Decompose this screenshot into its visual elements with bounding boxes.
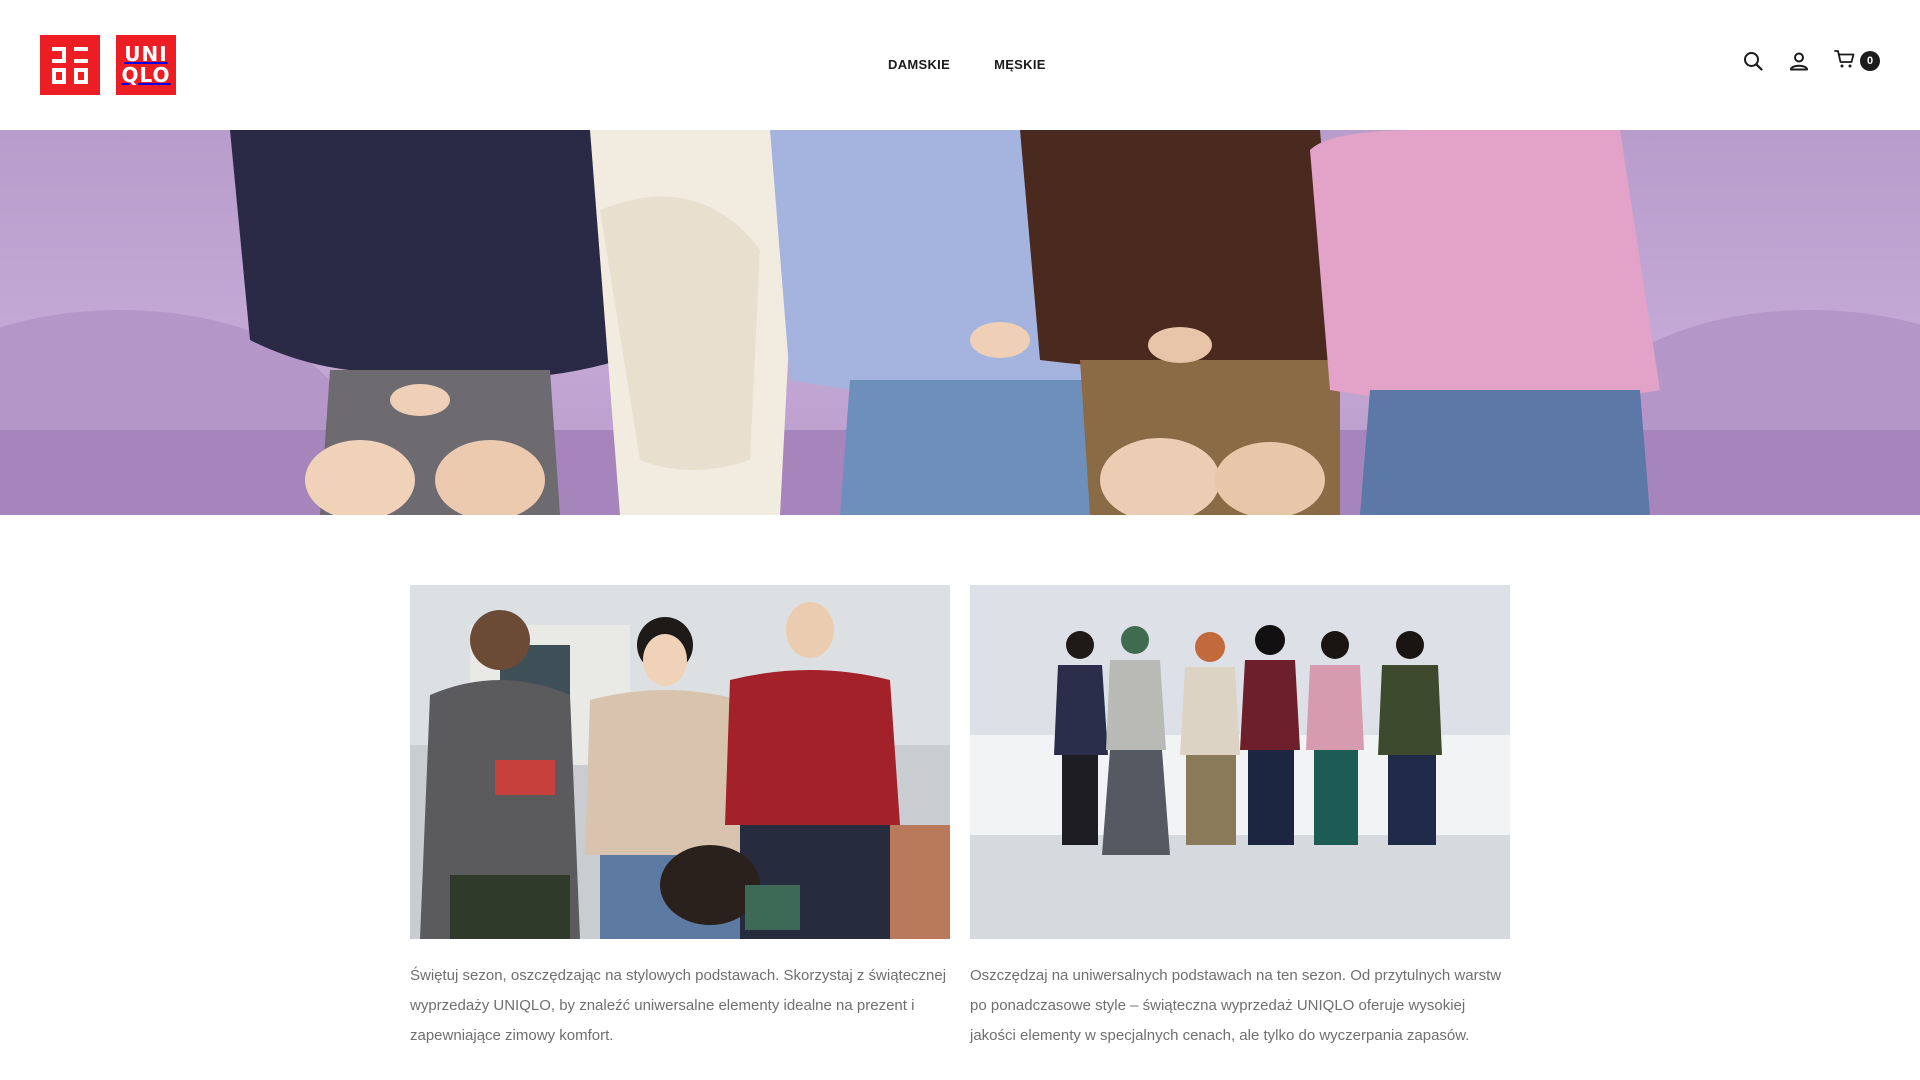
logo-text-bottom: QLO bbox=[121, 63, 171, 87]
hero-banner-image bbox=[0, 130, 1920, 515]
logo-latin-box: UNI QLO bbox=[116, 35, 176, 95]
promo-card: Świętuj sezon, oszczędzając na stylowych… bbox=[410, 585, 950, 1051]
ice-rink-group-image[interactable] bbox=[970, 585, 1510, 939]
promo-cards: Świętuj sezon, oszczędzając na stylowych… bbox=[410, 585, 1510, 1051]
main-nav: DAMSKIE MĘSKIE bbox=[888, 57, 1046, 72]
cart-icon bbox=[1834, 49, 1856, 74]
uniqlo-logo[interactable]: UNI QLO bbox=[40, 35, 176, 95]
header-actions: 0 bbox=[1742, 49, 1880, 74]
holiday-gift-image[interactable] bbox=[410, 585, 950, 939]
promo-card-text: Oszczędzaj na uniwersalnych podstawach n… bbox=[970, 967, 1502, 1044]
site-header: UNI QLO DAMSKIE MĘSKIE 0 bbox=[0, 0, 1920, 130]
logo-katakana-box bbox=[40, 35, 100, 95]
logo-text-top: UNI bbox=[124, 42, 168, 66]
promo-card: Oszczędzaj na uniwersalnych podstawach n… bbox=[970, 585, 1510, 1051]
cart-count-badge: 0 bbox=[1860, 51, 1880, 71]
search-icon[interactable] bbox=[1742, 50, 1764, 72]
user-icon[interactable] bbox=[1788, 50, 1810, 72]
hero-banner[interactable] bbox=[0, 130, 1920, 515]
nav-item-damskie[interactable]: DAMSKIE bbox=[888, 57, 950, 72]
promo-card-text: Świętuj sezon, oszczędzając na stylowych… bbox=[410, 967, 947, 1044]
cart-button[interactable]: 0 bbox=[1834, 49, 1880, 74]
nav-item-meskie[interactable]: MĘSKIE bbox=[994, 57, 1046, 72]
